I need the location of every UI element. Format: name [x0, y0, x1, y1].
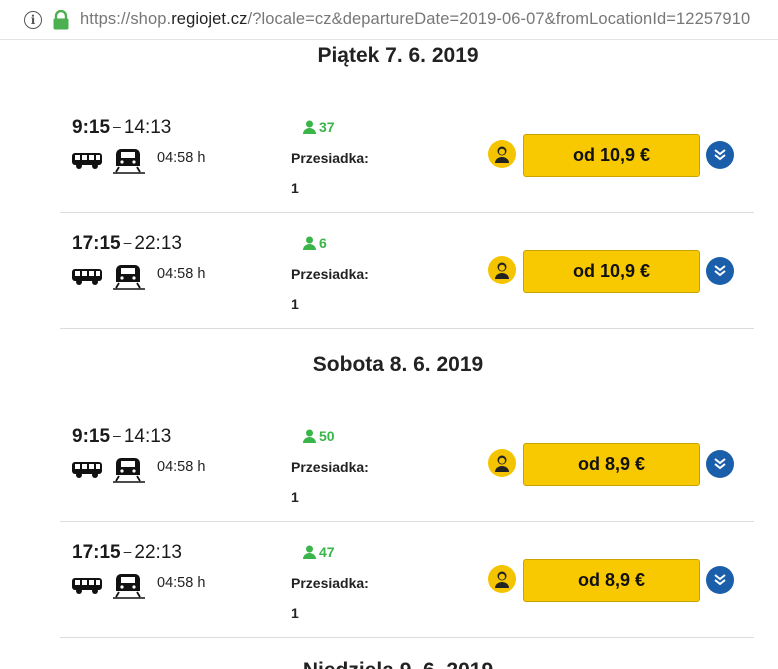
person-icon [303, 545, 316, 559]
free-seats: 47 [303, 544, 335, 560]
connection-times: 17:15–22:13 [72, 542, 182, 563]
agent-icon [488, 565, 516, 593]
vehicle-icons [71, 148, 145, 174]
transfer-count: 1 [291, 489, 299, 505]
free-seats: 50 [303, 428, 335, 444]
lock-icon [53, 9, 69, 29]
info-icon[interactable]: i [24, 10, 42, 29]
bus-icon [72, 269, 102, 285]
bus-icon [72, 153, 102, 169]
vehicle-icons [71, 264, 145, 290]
vehicle-icons [71, 573, 145, 599]
double-chevron-down-icon[interactable] [706, 257, 734, 285]
browser-address-bar[interactable]: i https://shop.regiojet.cz/?locale=cz&de… [0, 0, 778, 40]
transfer-count: 1 [291, 296, 299, 312]
day-heading: Sobota 8. 6. 2019 [312, 353, 484, 376]
double-chevron-down-icon[interactable] [706, 566, 734, 594]
free-seats-count: 6 [319, 235, 327, 251]
agent-icon [488, 449, 516, 477]
train-icon [113, 265, 145, 290]
double-chevron-down-icon[interactable] [706, 450, 734, 478]
bus-icon [72, 578, 102, 594]
connection-row[interactable]: 17:15–22:13 04:58 h 47 Przesiadka: 1 od … [60, 522, 754, 638]
train-icon [113, 574, 145, 599]
person-icon [303, 236, 316, 250]
person-icon [303, 120, 316, 134]
person-icon [303, 429, 316, 443]
duration: 04:58 h [157, 575, 206, 591]
duration: 04:58 h [157, 150, 206, 166]
duration: 04:58 h [157, 459, 206, 475]
free-seats-count: 37 [319, 119, 335, 135]
connection-row[interactable]: 9:15–14:13 04:58 h 37 Przesiadka: 1 od 1… [60, 97, 754, 213]
vehicle-icons [71, 457, 145, 483]
price-button[interactable]: od 10,9 € [523, 134, 700, 177]
agent-icon [488, 140, 516, 168]
connection-row[interactable]: 9:15–14:13 04:58 h 50 Przesiadka: 1 od 8… [60, 406, 754, 522]
connection-times: 17:15–22:13 [72, 233, 182, 254]
price-button[interactable]: od 8,9 € [523, 559, 700, 602]
day-heading: Niedziela 9. 6. 2019 [0, 659, 778, 669]
connection-times: 9:15–14:13 [72, 117, 172, 138]
free-seats-count: 50 [319, 428, 335, 444]
train-icon [113, 149, 145, 174]
train-icon [113, 458, 145, 483]
agent-icon [488, 256, 516, 284]
transfer-count: 1 [291, 180, 299, 196]
connection-times: 9:15–14:13 [72, 426, 172, 447]
transfer-label: Przesiadka: [291, 575, 369, 591]
transfer-count: 1 [291, 605, 299, 621]
free-seats-count: 47 [319, 544, 335, 560]
duration: 04:58 h [157, 266, 206, 282]
transfer-label: Przesiadka: [291, 150, 369, 166]
price-button[interactable]: od 10,9 € [523, 250, 700, 293]
free-seats: 37 [303, 119, 335, 135]
bus-icon [72, 462, 102, 478]
transfer-label: Przesiadka: [291, 266, 369, 282]
price-button[interactable]: od 8,9 € [523, 443, 700, 486]
url-text[interactable]: https://shop.regiojet.cz/?locale=cz&depa… [80, 10, 750, 29]
day-heading: Piątek 7. 6. 2019 [317, 44, 479, 67]
free-seats: 6 [303, 235, 327, 251]
transfer-label: Przesiadka: [291, 459, 369, 475]
double-chevron-down-icon[interactable] [706, 141, 734, 169]
connection-row[interactable]: 17:15–22:13 04:58 h 6 Przesiadka: 1 od 1… [60, 213, 754, 329]
